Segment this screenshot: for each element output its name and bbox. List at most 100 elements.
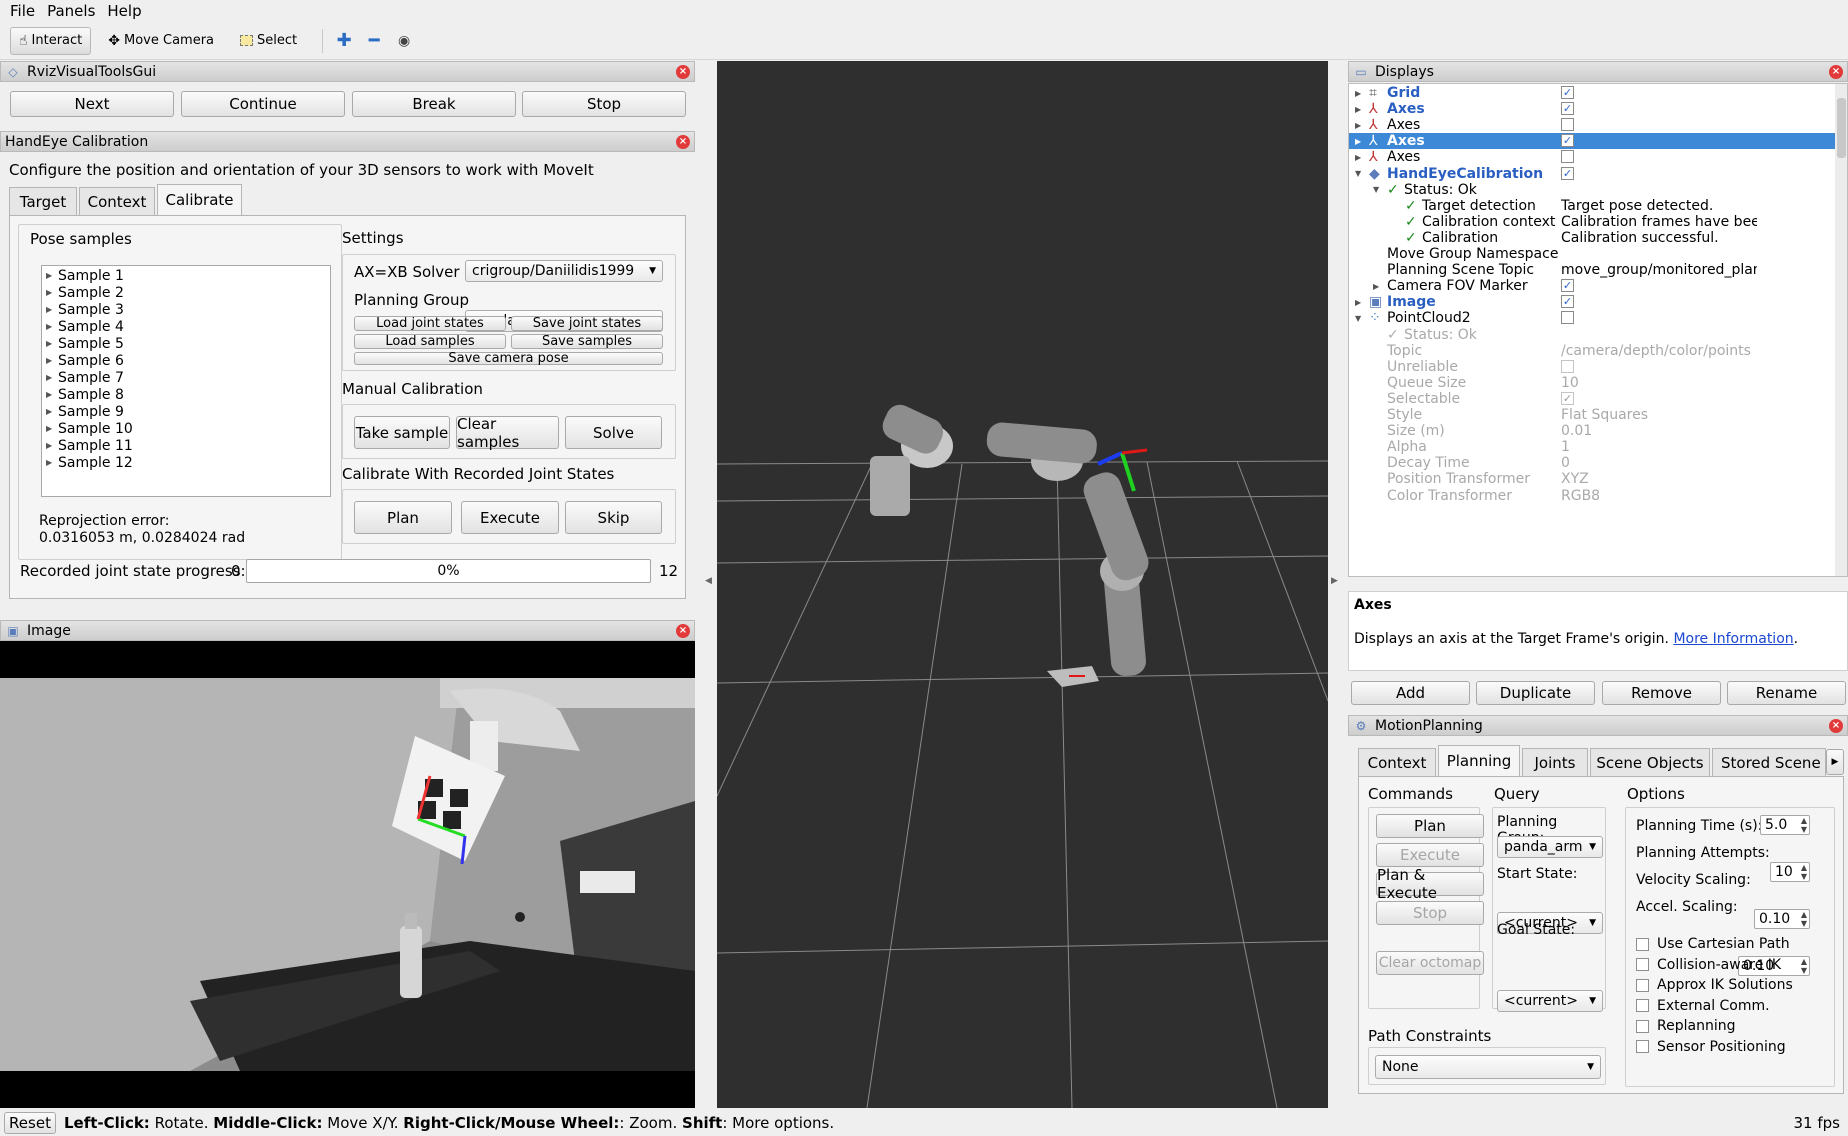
display-enabled-checkbox[interactable]: ✓ xyxy=(1561,279,1574,293)
solve-button[interactable]: Solve xyxy=(565,416,662,449)
display-tree-row[interactable]: Color Transformer RGB8 xyxy=(1349,488,1835,504)
expand-arrow-icon[interactable]: ▶ xyxy=(46,322,58,331)
plan-button[interactable]: Plan xyxy=(1376,814,1484,838)
display-tree-row[interactable]: Queue Size 10 xyxy=(1349,375,1835,391)
tab-scroll-right-button[interactable]: ▶ xyxy=(1826,749,1844,775)
display-tree-row[interactable]: ▶ ⅄ Axes xyxy=(1349,149,1835,165)
display-enabled-checkbox[interactable]: ✓ xyxy=(1561,166,1574,180)
option-checkbox-row[interactable]: Approx IK Solutions xyxy=(1636,975,1831,996)
display-value[interactable]: Flat Squares xyxy=(1561,407,1757,423)
display-tree-row[interactable]: ▶ ⅄ Axes xyxy=(1349,117,1835,133)
display-tree-row[interactable]: ▶ Camera FOV Marker ✓ xyxy=(1349,278,1835,294)
display-enabled-checkbox[interactable] xyxy=(1561,150,1574,164)
display-value[interactable]: Target pose detected. xyxy=(1561,198,1757,214)
display-value[interactable]: move_group/monitored_planni... xyxy=(1561,262,1757,278)
tab-target[interactable]: Target xyxy=(9,187,77,215)
display-value[interactable]: 10 xyxy=(1561,375,1757,391)
skip-button[interactable]: Skip xyxy=(565,501,662,534)
interact-tool-button[interactable]: ☝ Interact xyxy=(10,26,92,55)
display-tree-row[interactable]: ▶ ⅄ Axes ✓ xyxy=(1349,101,1835,117)
expand-arrow-icon[interactable]: ▶ xyxy=(46,373,58,382)
list-item[interactable]: ▶ Sample 10 xyxy=(46,420,326,437)
expand-arrow-icon[interactable]: ▼ xyxy=(1355,169,1361,178)
display-tree-row[interactable]: Size (m) 0.01 xyxy=(1349,423,1835,439)
display-tree-row[interactable]: ✓ Calibration Calibration successful. xyxy=(1349,230,1835,246)
display-value[interactable]: RGB8 xyxy=(1561,488,1757,504)
path-constraints-select[interactable]: None ▼ xyxy=(1375,1055,1601,1079)
option-checkbox-row[interactable]: Replanning xyxy=(1636,1016,1831,1037)
execute-button[interactable]: Execute xyxy=(461,501,559,534)
display-value[interactable]: Calibration successful. xyxy=(1561,230,1757,246)
display-tree-row[interactable]: Unreliable xyxy=(1349,359,1835,375)
plan-button[interactable]: Plan xyxy=(354,501,452,534)
expand-arrow-icon[interactable]: ▶ xyxy=(1355,137,1361,146)
expand-arrow-icon[interactable]: ▶ xyxy=(46,441,58,450)
break-button[interactable]: Break xyxy=(352,91,516,117)
menu-help[interactable]: Help xyxy=(107,2,141,20)
remove-tool-icon[interactable]: ━ xyxy=(361,28,387,54)
add-tool-icon[interactable]: ✚ xyxy=(331,28,357,54)
option-checkbox-row[interactable]: Sensor Positioning xyxy=(1636,1037,1831,1058)
list-item[interactable]: ▶ Sample 8 xyxy=(46,386,326,403)
more-information-link[interactable]: More Information xyxy=(1673,631,1793,647)
display-enabled-checkbox[interactable]: ✓ xyxy=(1561,102,1574,116)
add-button[interactable]: Add xyxy=(1351,681,1470,705)
displays-tree[interactable]: ▶ ⌗ Grid ✓ ▶ ⅄ Axes ✓ ▶ ⅄ Axes ▶ ⅄ Axes ✓ ▶ ⅄ Axes ▼ ◆ HandE… xyxy=(1348,83,1848,577)
tab-calibrate[interactable]: Calibrate xyxy=(157,184,242,215)
display-enabled-checkbox[interactable]: ✓ xyxy=(1561,391,1574,405)
expand-arrow-icon[interactable]: ▶ xyxy=(1355,121,1361,130)
stop-button[interactable]: Stop xyxy=(522,91,686,117)
close-icon[interactable]: × xyxy=(676,65,690,79)
display-enabled-checkbox[interactable]: ✓ xyxy=(1561,295,1574,309)
planning-group-select[interactable]: panda_arm ▼ xyxy=(1497,836,1603,858)
clear-octomap-button[interactable]: Clear octomap xyxy=(1376,951,1484,975)
close-icon[interactable]: × xyxy=(1829,65,1843,79)
scrollbar-thumb[interactable] xyxy=(1837,98,1846,158)
close-icon[interactable]: × xyxy=(676,624,690,638)
display-tree-row[interactable]: Decay Time 0 xyxy=(1349,455,1835,471)
rename-button[interactable]: Rename xyxy=(1727,681,1846,705)
list-item[interactable]: ▶ Sample 9 xyxy=(46,403,326,420)
save-samples-button[interactable]: Save samples xyxy=(511,334,663,349)
display-tree-row[interactable]: ✓ Target detection Target pose detected. xyxy=(1349,198,1835,214)
expand-arrow-icon[interactable]: ▼ xyxy=(1355,314,1361,323)
display-enabled-checkbox[interactable] xyxy=(1561,359,1574,373)
list-item[interactable]: ▶ Sample 11 xyxy=(46,437,326,454)
plan-execute-button[interactable]: Plan & Execute xyxy=(1376,866,1484,902)
display-enabled-checkbox[interactable] xyxy=(1561,118,1574,132)
display-tree-row[interactable]: Position Transformer XYZ xyxy=(1349,471,1835,487)
expand-arrow-icon[interactable]: ▶ xyxy=(1373,282,1379,291)
close-icon[interactable]: × xyxy=(1829,719,1843,733)
duplicate-button[interactable]: Duplicate xyxy=(1476,681,1595,705)
select-tool-button[interactable]: Select xyxy=(231,27,306,55)
tab-context[interactable]: Context xyxy=(1358,748,1436,776)
expand-arrow-icon[interactable]: ▶ xyxy=(46,271,58,280)
display-tree-row[interactable]: ▶ ⅄ Axes ✓ xyxy=(1349,133,1835,150)
display-value[interactable]: Calibration frames have been s... xyxy=(1561,214,1757,230)
tab-planning[interactable]: Planning xyxy=(1438,745,1520,776)
checkbox[interactable] xyxy=(1636,937,1649,951)
expand-arrow-icon[interactable]: ▶ xyxy=(46,305,58,314)
load-samples-button[interactable]: Load samples xyxy=(354,334,506,349)
right-splitter[interactable]: ▶ xyxy=(1331,61,1339,1108)
list-item[interactable]: ▶ Sample 2 xyxy=(46,284,326,301)
option-checkbox-row[interactable]: Use Cartesian Path xyxy=(1636,934,1831,955)
stop-button[interactable]: Stop xyxy=(1376,901,1484,925)
display-tree-row[interactable]: Move Group Namespace xyxy=(1349,246,1835,262)
list-item[interactable]: ▶ Sample 1 xyxy=(46,267,326,284)
expand-arrow-icon[interactable]: ▶ xyxy=(46,288,58,297)
display-value[interactable]: XYZ xyxy=(1561,471,1757,487)
take-sample-button[interactable]: Take sample xyxy=(354,416,450,449)
display-enabled-checkbox[interactable]: ✓ xyxy=(1561,134,1574,148)
display-enabled-checkbox[interactable]: ✓ xyxy=(1561,86,1574,99)
tab-stored-scene[interactable]: Stored Scene xyxy=(1712,748,1826,776)
display-tree-row[interactable]: ▶ ⌗ Grid ✓ xyxy=(1349,85,1835,101)
option-checkbox-row[interactable]: Collision-aware IK xyxy=(1636,955,1831,976)
display-tree-row[interactable]: Topic/camera/depth/color/points xyxy=(1349,343,1835,359)
load-joint-states-button[interactable]: Load joint states xyxy=(354,316,506,331)
checkbox[interactable] xyxy=(1636,999,1649,1013)
planning-attempts-input[interactable]: 10 ▲ ▼ xyxy=(1770,862,1810,882)
display-tree-row[interactable]: ▼ ⁘ PointCloud2 xyxy=(1349,310,1835,326)
display-tree-row[interactable]: Selectable ✓ xyxy=(1349,391,1835,407)
display-tree-row[interactable]: ▼ ◆ HandEyeCalibration ✓ xyxy=(1349,166,1835,182)
